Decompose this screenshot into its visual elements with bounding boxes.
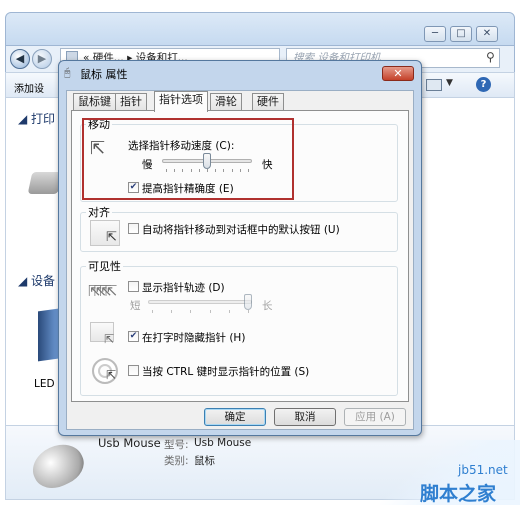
snap-cursor-icon: ⇱: [106, 230, 117, 245]
visibility-group-label: 可见性: [86, 258, 123, 274]
ok-button[interactable]: 确定: [204, 408, 266, 426]
help-icon[interactable]: ?: [476, 77, 491, 92]
device-led-label: LED: [34, 378, 55, 390]
snap-checkbox[interactable]: [128, 223, 139, 234]
maximize-button[interactable]: □: [450, 26, 472, 42]
trails-long-label: 长: [262, 300, 273, 312]
hide-checkbox[interactable]: ✔: [128, 331, 139, 342]
slider-tick: [248, 310, 249, 313]
minimize-button[interactable]: ─: [424, 26, 446, 42]
tab-hardware[interactable]: 硬件: [252, 93, 284, 111]
tab-wheel[interactable]: 滑轮: [210, 93, 242, 111]
apply-button[interactable]: 应用 (A): [344, 408, 406, 426]
slider-tick: [228, 310, 230, 313]
slider-tick: [171, 310, 173, 313]
watermark-site: jb51.net: [458, 463, 508, 477]
trails-checkbox[interactable]: [128, 281, 139, 292]
highlight-annotation: [82, 118, 294, 200]
ctrl-location-checkbox[interactable]: [128, 365, 139, 376]
pointer-trails-icon: ⇱⇱⇱⇱: [88, 282, 117, 300]
tab-pointers[interactable]: 指针: [115, 93, 147, 111]
dialog-mouse-icon: 🖰: [64, 66, 71, 79]
trails-slider-ticks: [148, 310, 252, 314]
cancel-button[interactable]: 取消: [274, 408, 336, 426]
toolbar-add-button[interactable]: 添加设: [14, 80, 44, 95]
snap-label[interactable]: 自动将指针移动到对话框中的默认按钮 (U): [142, 222, 340, 237]
ctrl-location-label[interactable]: 当按 CTRL 键时显示指针的位置 (S): [142, 364, 309, 379]
trails-slider-track[interactable]: [148, 300, 252, 304]
hide-label[interactable]: 在打字时隐藏指针 (H): [142, 330, 245, 345]
slider-tick: [209, 310, 211, 313]
search-icon[interactable]: ⚲: [486, 50, 495, 64]
dialog-close-button[interactable]: ✕: [382, 66, 414, 81]
snap-group-label: 对齐: [86, 204, 112, 220]
section-printers[interactable]: ◢ 打印: [18, 110, 55, 127]
view-icon[interactable]: [426, 79, 442, 91]
tab-buttons[interactable]: 鼠标键: [73, 93, 116, 111]
location-cursor-icon: ⇱: [106, 368, 117, 382]
slider-tick: [190, 310, 192, 313]
device-model-value: Usb Mouse: [194, 437, 252, 449]
dialog-title: 鼠标 属性: [80, 68, 128, 81]
device-category-value: 鼠标: [194, 455, 215, 467]
watermark-brand: 脚本之家: [420, 483, 497, 505]
device-name: Usb Mouse: [98, 436, 161, 450]
trails-short-label: 短: [130, 300, 141, 312]
slider-tick: [152, 310, 153, 313]
view-dropdown-icon[interactable]: ▼: [446, 78, 453, 88]
device-category-label: 类别:: [164, 455, 189, 467]
trails-slider-thumb[interactable]: [244, 294, 252, 310]
hide-cursor-icon: ⇱: [104, 332, 115, 346]
device-model-label: 型号:: [164, 439, 189, 451]
close-window-button[interactable]: ✕: [476, 26, 498, 42]
forward-arrow-icon[interactable]: ▶: [32, 49, 52, 69]
monitor-icon[interactable]: [38, 308, 58, 362]
back-arrow-icon[interactable]: ◀: [10, 49, 30, 69]
tab-pointer-options[interactable]: 指针选项: [154, 91, 208, 112]
section-devices[interactable]: ◢ 设备: [18, 272, 55, 289]
trails-label[interactable]: 显示指针轨迹 (D): [142, 280, 225, 295]
